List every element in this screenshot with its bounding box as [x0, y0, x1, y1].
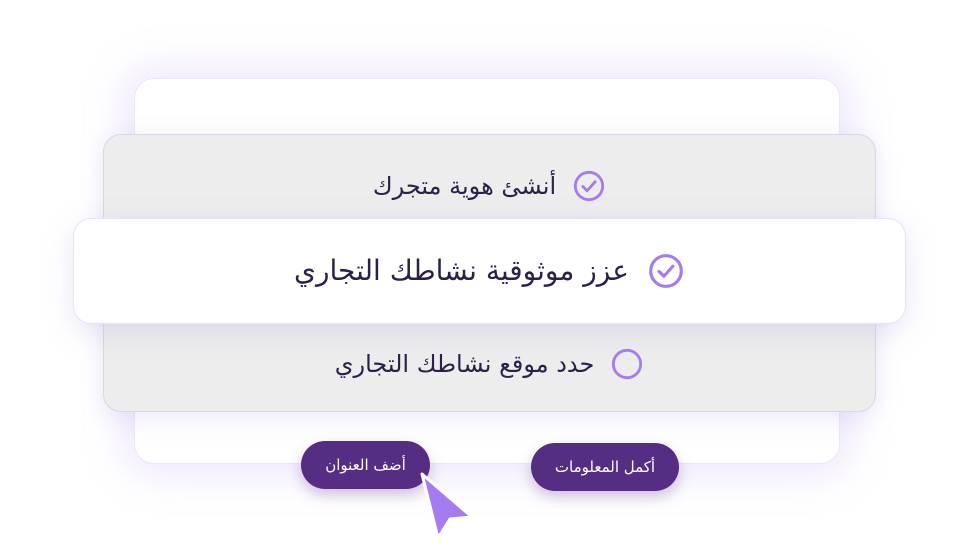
step-label: حدد موقع نشاطك التجاري [334, 350, 595, 378]
check-circle-icon [647, 252, 685, 290]
step-label: أنشئ هوية متجرك [372, 172, 557, 200]
empty-circle-icon [610, 347, 644, 381]
step-label: عزز موثوقية نشاطك التجاري [294, 254, 629, 287]
step-item-business-credibility[interactable]: عزز موثوقية نشاطك التجاري [73, 218, 906, 324]
complete-info-button[interactable]: أكمل المعلومات [531, 443, 679, 491]
step-item-store-identity[interactable]: أنشئ هوية متجرك [103, 160, 876, 212]
pointer-cursor-icon [416, 470, 478, 542]
step-item-business-location[interactable]: حدد موقع نشاطك التجاري [103, 338, 876, 390]
add-address-button[interactable]: أضف العنوان [301, 441, 430, 489]
check-circle-icon [572, 169, 606, 203]
